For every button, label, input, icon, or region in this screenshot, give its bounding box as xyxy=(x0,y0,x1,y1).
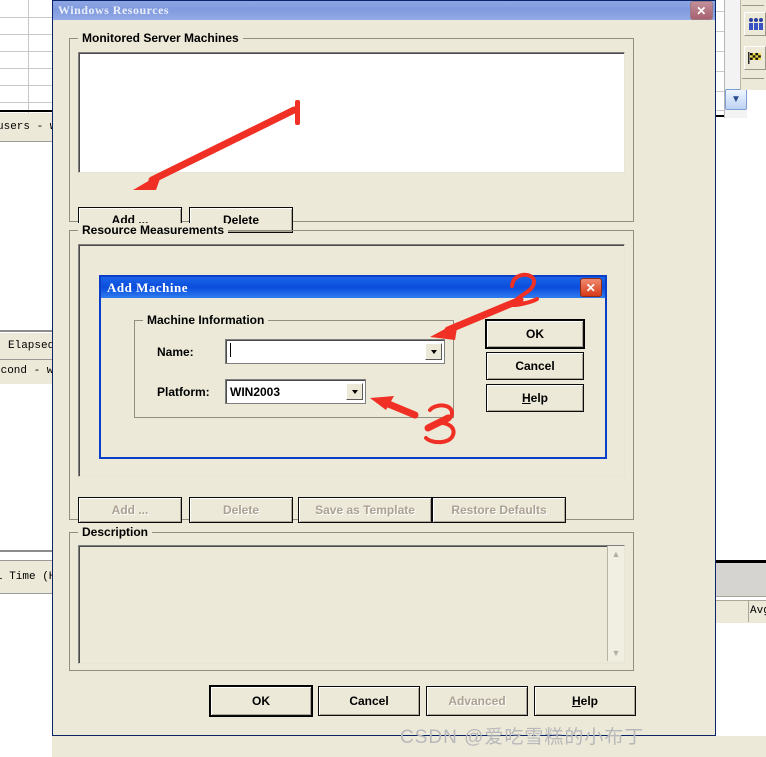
dialog-cancel-label: Cancel xyxy=(515,359,555,373)
group-legend-description: Description xyxy=(78,525,153,539)
background-white-pane-left xyxy=(0,142,53,332)
help-label: Help xyxy=(572,694,598,708)
background-label-time: l Time (H xyxy=(0,571,56,583)
background-label-elapsed: Elapsed xyxy=(8,340,55,352)
cancel-button[interactable]: Cancel xyxy=(318,686,420,716)
group-legend-machine-info: Machine Information xyxy=(143,313,269,327)
background-label-second: econd - w xyxy=(0,365,54,377)
measurements-add-label: Add ... xyxy=(111,503,149,517)
background-row-second: econd - w xyxy=(0,360,54,384)
measurements-delete-button: Delete xyxy=(189,497,293,523)
chevron-down-icon[interactable] xyxy=(425,343,442,360)
monitored-machines-list[interactable] xyxy=(78,52,625,173)
group-legend-monitored: Monitored Server Machines xyxy=(78,31,243,45)
background-white-pane-left-2 xyxy=(0,385,53,550)
ok-button[interactable]: OK xyxy=(210,686,312,716)
platform-combobox[interactable]: WIN2003 xyxy=(225,379,366,404)
group-machine-information: Machine Information Name: Platform: WIN2… xyxy=(134,313,454,418)
dialog-titlebar[interactable]: Add Machine ✕ xyxy=(101,277,605,298)
add-machine-dialog: Add Machine ✕ Machine Information Name: … xyxy=(99,275,607,459)
background-label-avg: Avg xyxy=(750,605,766,617)
group-monitored-server-machines: Monitored Server Machines Add ... Delete xyxy=(69,31,634,233)
rule-a xyxy=(0,330,52,332)
name-combobox[interactable] xyxy=(225,339,445,364)
chevron-down-icon[interactable]: ▼ xyxy=(608,645,624,661)
monitored-delete-label: Delete xyxy=(222,213,260,227)
help-accel: H xyxy=(571,694,581,708)
dialog-help-label-rest: elp xyxy=(530,391,548,405)
toolbar-separator-1 xyxy=(742,5,764,6)
close-icon[interactable]: ✕ xyxy=(580,278,602,297)
watermark: CSDN @爱吃雪糕的小布丁 xyxy=(400,727,645,748)
save-as-template-label: Save as Template xyxy=(315,503,415,517)
chevron-down-icon[interactable] xyxy=(346,383,363,400)
cancel-label: Cancel xyxy=(349,694,389,708)
grid-bottom-rule xyxy=(0,110,52,112)
group-description: Description ▲ ▼ xyxy=(69,525,634,671)
toolbar-separator-2 xyxy=(742,78,764,79)
background-row-users: users - w xyxy=(0,113,56,142)
platform-value: WIN2003 xyxy=(230,384,281,399)
advanced-button: Advanced xyxy=(426,686,528,716)
group-legend-measurements: Resource Measurements xyxy=(78,223,229,237)
dialog-help-button[interactable]: Help xyxy=(486,384,584,412)
users-icon[interactable] xyxy=(744,12,766,36)
help-button[interactable]: Help xyxy=(534,686,636,716)
dialog-help-label: Help xyxy=(522,391,548,405)
window-title: Windows Resources xyxy=(58,3,170,17)
description-textarea[interactable]: ▲ ▼ xyxy=(78,545,625,664)
background-row-time: l Time (H xyxy=(0,560,56,594)
ok-label: OK xyxy=(252,694,270,708)
save-as-template-button: Save as Template xyxy=(298,497,432,523)
name-label: Name: xyxy=(157,345,194,359)
background-white-pane-left-3 xyxy=(0,595,53,757)
dialog-title: Add Machine xyxy=(107,279,188,295)
background-label-users: users - w xyxy=(0,121,57,133)
advanced-label: Advanced xyxy=(448,694,506,708)
help-label-rest: elp xyxy=(580,694,598,708)
window-titlebar[interactable]: Windows Resources ✕ xyxy=(53,1,715,20)
flag-icon[interactable] xyxy=(744,46,766,70)
dialog-help-accel: H xyxy=(521,391,531,405)
measurements-delete-label: Delete xyxy=(222,503,260,517)
dialog-cancel-button[interactable]: Cancel xyxy=(486,352,584,380)
close-icon[interactable]: ✕ xyxy=(690,1,713,20)
dialog-ok-label: OK xyxy=(526,327,544,341)
background-grid-left xyxy=(0,0,53,118)
chevron-up-icon[interactable]: ▲ xyxy=(608,546,624,562)
restore-defaults-button: Restore Defaults xyxy=(432,497,566,523)
restore-defaults-label: Restore Defaults xyxy=(451,503,547,517)
text-caret xyxy=(230,343,231,357)
description-scrollbar[interactable]: ▲ ▼ xyxy=(607,546,624,661)
background-row-elapsed: Elapsed xyxy=(0,333,55,360)
measurements-add-button: Add ... xyxy=(78,497,182,523)
chevron-down-icon[interactable]: ▼ xyxy=(725,89,747,110)
avg-col-divider xyxy=(748,600,749,622)
dialog-ok-button[interactable]: OK xyxy=(486,320,584,348)
platform-label: Platform: xyxy=(157,385,210,399)
rule-b xyxy=(0,550,52,552)
